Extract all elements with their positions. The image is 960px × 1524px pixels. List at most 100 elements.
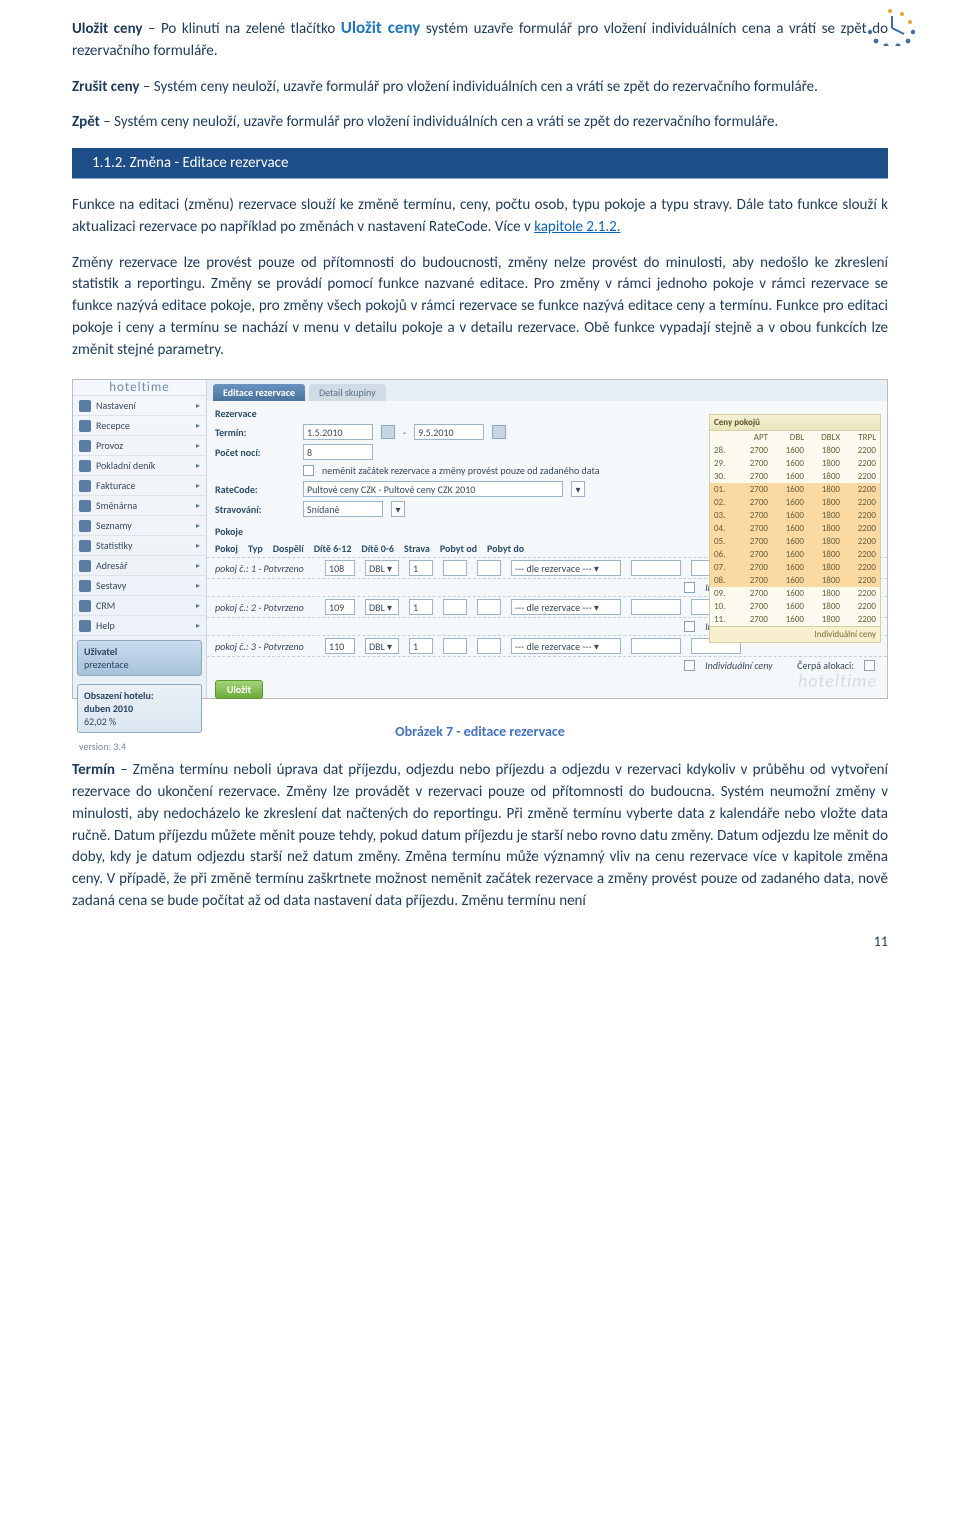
dospeli-input[interactable]: 1 [409,560,433,576]
strava-select[interactable]: --- dle rezervace --- ▾ [511,599,621,615]
ceny-pokoju-panel: Ceny pokojů APTDBLDBLXTRPL 28.2700160018… [709,414,881,643]
ceny-row: 10.2700160018002200 [710,600,880,613]
noci-input[interactable]: 8 [303,444,373,460]
calendar-icon[interactable] [381,425,395,439]
ceny-row: 30.2700160018002200 [710,470,880,483]
tab-bar: Editace rezervace Detail skupiny [207,380,887,401]
menu-icon [79,500,91,512]
chevron-right-icon: ▸ [196,521,200,531]
dropdown-icon[interactable]: ▾ [391,501,405,517]
paragraph-ulozit-ceny: Uložit ceny – Po klinutí na zelené tlačí… [72,16,888,63]
ceny-row: 08.2700160018002200 [710,574,880,587]
tab-editace-rezervace[interactable]: Editace rezervace [213,384,305,401]
sidebar-item[interactable]: Pokladní deník▸ [73,456,206,476]
pobyt-od-input[interactable] [631,638,681,654]
menu-icon [79,480,91,492]
ceny-footer: Individuální ceny [710,626,880,642]
dropdown-icon[interactable]: ▾ [571,481,585,497]
dite06-input[interactable] [477,599,501,615]
ceny-row: 11.2700160018002200 [710,613,880,626]
sidebar-item[interactable]: Směnárna▸ [73,496,206,516]
ceny-row: 29.2700160018002200 [710,457,880,470]
pobyt-od-input[interactable] [631,560,681,576]
ratecode-select[interactable]: Pultové ceny CZK - Pultové ceny CZK 2010 [303,481,563,497]
sidebar-item[interactable]: Adresář▸ [73,556,206,576]
section-label: Pokoje [215,525,243,538]
sidebar-item[interactable]: Fakturace▸ [73,476,206,496]
sidebar-item[interactable]: Nastavení▸ [73,396,206,416]
noci-label: Počet nocí: [215,446,295,459]
dospeli-input[interactable]: 1 [409,599,433,615]
save-button[interactable]: Uložit [215,680,263,699]
chevron-right-icon: ▸ [196,401,200,411]
chevron-right-icon: ▸ [196,561,200,571]
chevron-right-icon: ▸ [196,501,200,511]
dospeli-input[interactable]: 1 [409,638,433,654]
user-box: Uživatel prezentace [77,640,202,676]
dite612-input[interactable] [443,599,467,615]
termin-to-input[interactable]: 9.5.2010 [414,424,484,440]
chevron-right-icon: ▸ [196,621,200,631]
chevron-right-icon: ▸ [196,601,200,611]
ceny-row: 01.2700160018002200 [710,483,880,496]
chevron-right-icon: ▸ [196,441,200,451]
chevron-right-icon: ▸ [196,481,200,491]
sidebar-item[interactable]: Statistiky▸ [73,536,206,556]
version-label: version: 3.4 [73,737,206,756]
sidebar-item[interactable]: CRM▸ [73,596,206,616]
menu-icon [79,540,91,552]
paragraph-func-desc: Funkce na editaci (změnu) rezervace slou… [72,195,888,239]
typ-select[interactable]: DBL ▾ [365,638,399,654]
strav-select[interactable]: Snídaně [303,501,383,517]
sidebar-item[interactable]: Seznamy▸ [73,516,206,536]
keyword: Termín [72,761,115,779]
pobyt-od-input[interactable] [631,599,681,615]
chevron-right-icon: ▸ [196,461,200,471]
sidebar-item[interactable]: Sestavy▸ [73,576,206,596]
chevron-right-icon: ▸ [196,581,200,591]
app-main: Editace rezervace Detail skupiny Rezerva… [207,380,887,698]
paragraph-termin: Termín – Změna termínu neboli úprava dat… [72,760,888,912]
ceny-columns: APTDBLDBLXTRPL [710,431,880,444]
strava-select[interactable]: --- dle rezervace --- ▾ [511,638,621,654]
ceny-row: 02.2700160018002200 [710,496,880,509]
menu-icon [79,620,91,632]
dite612-input[interactable] [443,560,467,576]
tab-detail-skupiny[interactable]: Detail skupiny [309,384,386,401]
pokoj-input[interactable]: 108 [325,560,355,576]
indiv-checkbox[interactable] [684,660,695,671]
chevron-right-icon: ▸ [196,421,200,431]
typ-select[interactable]: DBL ▾ [365,599,399,615]
menu-icon [79,420,91,432]
keyword: Zrušit ceny [72,78,140,96]
app-sidebar: hoteltime Nastavení▸Recepce▸Provoz▸Pokla… [73,380,207,698]
indiv-checkbox[interactable] [684,582,695,593]
dite06-input[interactable] [477,638,501,654]
chapter-link[interactable]: kapitole 2.1.2. [534,218,620,236]
dite612-input[interactable] [443,638,467,654]
sidebar-item[interactable]: Help▸ [73,616,206,636]
indiv-checkbox[interactable] [684,621,695,632]
pokoj-input[interactable]: 109 [325,599,355,615]
room-subrow: Individuální ceny Čerpá alokaci: [207,656,887,674]
paragraph-zpet: Zpět – Systém ceny neuloží, uzavře formu… [72,112,888,134]
menu-icon [79,440,91,452]
strava-select[interactable]: --- dle rezervace --- ▾ [511,560,621,576]
keyword-highlight: Uložit ceny [341,17,421,38]
paragraph-zrusit-ceny: Zrušit ceny – Systém ceny neuloží, uzavř… [72,77,888,99]
menu-icon [79,580,91,592]
pokoj-input[interactable]: 110 [325,638,355,654]
nemenit-checkbox[interactable] [303,465,314,476]
menu-icon [79,560,91,572]
dite06-input[interactable] [477,560,501,576]
sidebar-item[interactable]: Recepce▸ [73,416,206,436]
typ-select[interactable]: DBL ▾ [365,560,399,576]
figure-screenshot: hoteltime Nastavení▸Recepce▸Provoz▸Pokla… [72,379,888,699]
sidebar-item[interactable]: Provoz▸ [73,436,206,456]
termin-from-input[interactable]: 1.5.2010 [303,424,373,440]
ceny-row: 09.2700160018002200 [710,587,880,600]
ceny-row: 07.2700160018002200 [710,561,880,574]
page-number: 11 [72,933,888,950]
occupancy-box: Obsazení hotelu: duben 2010 62,02 % [77,684,202,733]
calendar-icon[interactable] [492,425,506,439]
